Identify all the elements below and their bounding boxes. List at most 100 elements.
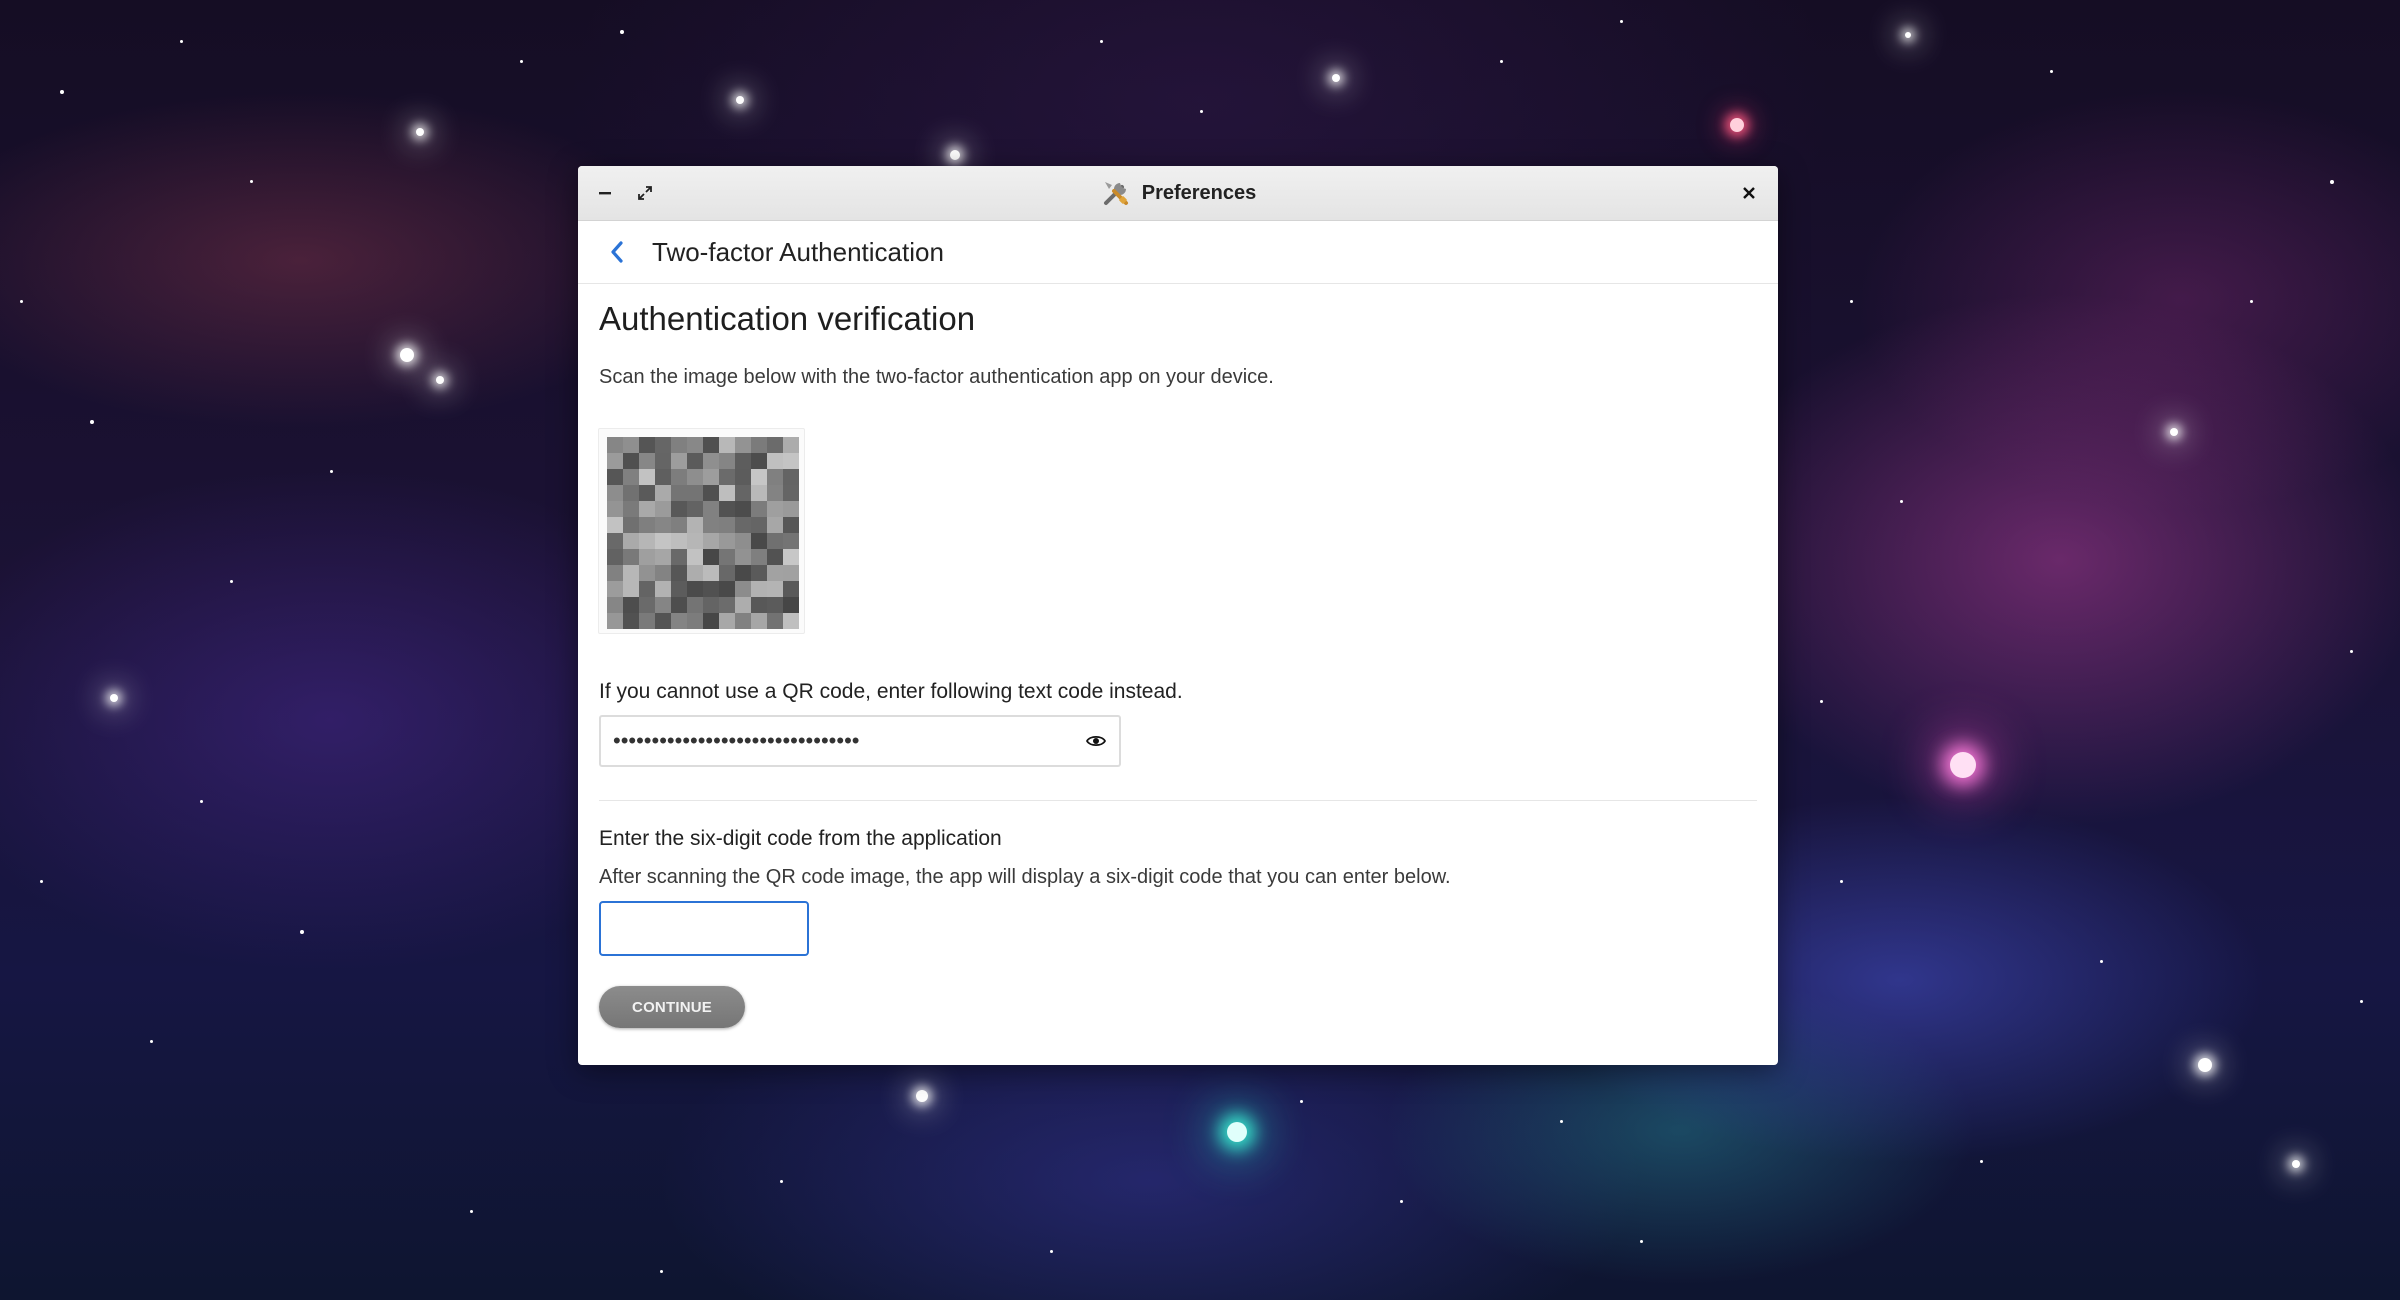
star	[1950, 752, 1976, 778]
reveal-code-button[interactable]	[1081, 726, 1111, 756]
tools-icon	[1103, 182, 1128, 205]
qr-pixel	[687, 517, 703, 533]
qr-pixel	[703, 597, 719, 613]
star	[1300, 1100, 1303, 1103]
star	[1640, 1240, 1643, 1243]
qr-pixel	[639, 565, 655, 581]
qr-code-pixels	[607, 437, 799, 629]
qr-pixel	[735, 581, 751, 597]
qr-pixel	[623, 437, 639, 453]
qr-pixel	[783, 549, 799, 565]
qr-pixel	[735, 453, 751, 469]
back-button[interactable]	[600, 235, 634, 269]
qr-pixel	[735, 597, 751, 613]
qr-pixel	[767, 597, 783, 613]
qr-pixel	[671, 485, 687, 501]
qr-pixel	[735, 549, 751, 565]
qr-pixel	[655, 501, 671, 517]
qr-pixel	[623, 549, 639, 565]
star	[230, 580, 233, 583]
star	[1500, 60, 1503, 63]
qr-pixel	[767, 581, 783, 597]
qr-pixel	[783, 517, 799, 533]
qr-pixel	[655, 597, 671, 613]
qr-pixel	[639, 437, 655, 453]
qr-pixel	[751, 613, 767, 629]
qr-pixel	[655, 517, 671, 533]
qr-pixel	[687, 549, 703, 565]
qr-pixel	[655, 533, 671, 549]
qr-pixel	[671, 533, 687, 549]
qr-pixel	[703, 517, 719, 533]
qr-pixel	[767, 549, 783, 565]
qr-pixel	[655, 485, 671, 501]
star	[2198, 1058, 2212, 1072]
qr-pixel	[607, 501, 623, 517]
qr-pixel	[607, 533, 623, 549]
qr-pixel	[783, 613, 799, 629]
qr-pixel	[783, 469, 799, 485]
qr-pixel	[783, 581, 799, 597]
six-digit-label: Enter the six-digit code from the applic…	[599, 827, 1002, 850]
qr-pixel	[639, 485, 655, 501]
star	[180, 40, 183, 43]
qr-pixel	[639, 453, 655, 469]
qr-pixel	[783, 597, 799, 613]
qr-pixel	[655, 565, 671, 581]
star	[916, 1090, 928, 1102]
qr-pixel	[751, 581, 767, 597]
qr-pixel	[703, 469, 719, 485]
qr-pixel	[655, 437, 671, 453]
qr-pixel	[655, 453, 671, 469]
window-title-area: Preferences	[578, 166, 1778, 220]
chevron-left-icon	[611, 241, 623, 263]
six-digit-code-input[interactable]	[599, 901, 809, 956]
star	[436, 376, 444, 384]
star	[660, 1270, 663, 1273]
star	[1850, 300, 1853, 303]
qr-pixel	[623, 597, 639, 613]
qr-pixel	[639, 549, 655, 565]
qr-pixel	[639, 597, 655, 613]
qr-pixel	[767, 517, 783, 533]
text-code-label: If you cannot use a QR code, enter follo…	[599, 680, 1183, 703]
qr-pixel	[703, 437, 719, 453]
qr-pixel	[783, 453, 799, 469]
qr-pixel	[783, 565, 799, 581]
qr-pixel	[703, 485, 719, 501]
qr-pixel	[767, 613, 783, 629]
qr-pixel	[687, 501, 703, 517]
qr-pixel	[687, 581, 703, 597]
qr-pixel	[687, 565, 703, 581]
qr-pixel	[783, 485, 799, 501]
window-title: Preferences	[1141, 181, 1257, 204]
qr-pixel	[751, 485, 767, 501]
star	[1980, 1160, 1983, 1163]
qr-pixel	[735, 613, 751, 629]
continue-button[interactable]: CONTINUE	[599, 986, 745, 1028]
star	[1227, 1122, 1247, 1142]
section-heading: Authentication verification	[599, 300, 976, 337]
star	[40, 880, 43, 883]
qr-pixel	[751, 437, 767, 453]
qr-pixel	[623, 485, 639, 501]
qr-pixel	[687, 533, 703, 549]
qr-pixel	[671, 613, 687, 629]
qr-pixel	[767, 533, 783, 549]
page-header: Two-factor Authentication	[578, 221, 1778, 284]
qr-pixel	[719, 597, 735, 613]
star	[416, 128, 424, 136]
star	[1050, 1250, 1053, 1253]
qr-pixel	[783, 437, 799, 453]
close-button[interactable]	[1732, 176, 1766, 210]
preferences-window: Preferences Two-factor Authentication Au…	[578, 166, 1778, 1065]
text-code-field[interactable]: ••••••••••••••••••••••••••••••••	[599, 715, 1121, 767]
qr-pixel	[607, 485, 623, 501]
star	[950, 150, 960, 160]
qr-pixel	[655, 581, 671, 597]
text-code-masked-value[interactable]: ••••••••••••••••••••••••••••••••	[613, 717, 859, 765]
six-digit-instruction-text: After scanning the QR code image, the ap…	[599, 866, 1451, 888]
star	[1400, 1200, 1403, 1203]
title-bar[interactable]: Preferences	[578, 166, 1778, 221]
qr-pixel	[703, 533, 719, 549]
